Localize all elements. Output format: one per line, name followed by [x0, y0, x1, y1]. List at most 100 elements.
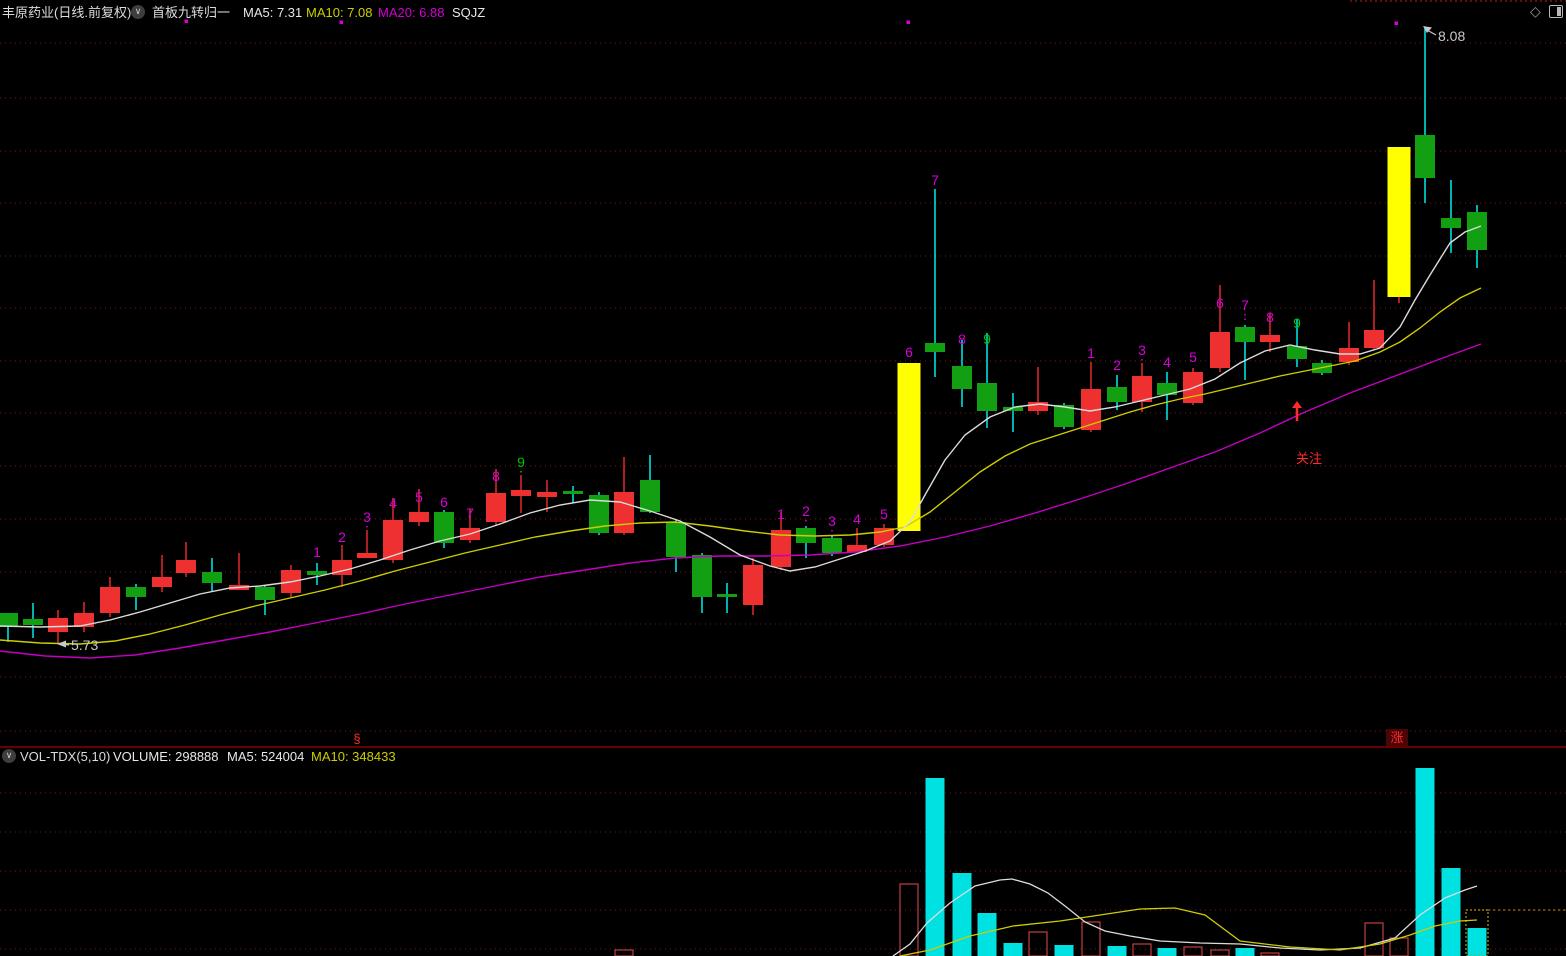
sequence-count-label: 7	[931, 172, 939, 188]
candle-body	[692, 555, 712, 597]
sequence-count-label: 1	[1087, 345, 1095, 361]
sequence-count-label: 4	[853, 511, 861, 527]
ma-line	[0, 344, 1481, 658]
sequence-count-label: 7	[1241, 297, 1249, 313]
candle-body	[925, 343, 945, 352]
candle-body	[202, 572, 222, 583]
sequence-count-label: 3	[828, 513, 836, 529]
sequence-count-label: 7	[466, 505, 474, 521]
candle-body	[1467, 212, 1487, 250]
volume-ma10-readout: MA10: 348433	[311, 749, 396, 764]
sequence-count-label: 2	[338, 529, 346, 545]
volume-bar	[1468, 928, 1487, 956]
candle-body	[0, 613, 18, 627]
period-low-label: 5.73	[71, 637, 98, 653]
candle-body	[952, 366, 972, 389]
candle-body	[486, 493, 506, 522]
signal-dot	[340, 21, 344, 25]
sequence-count-label: 6	[1216, 295, 1224, 311]
attention-label: 关注	[1296, 451, 1322, 466]
diamond-marker-icon[interactable]: ◇	[1530, 4, 1541, 18]
candle-body	[666, 522, 686, 557]
candle-body	[1028, 402, 1048, 411]
volume-bar	[978, 913, 997, 956]
candle-body	[152, 577, 172, 587]
sequence-count-label: 5	[1189, 349, 1197, 365]
ma5-readout: MA5: 7.31	[243, 5, 302, 20]
stock-title: 丰原药业(日线.前复权)	[2, 5, 131, 20]
volume-bar	[953, 873, 972, 956]
sequence-count-label: 5	[880, 506, 888, 522]
candle-body	[640, 480, 660, 512]
sequence-count-label: 1	[777, 506, 785, 522]
candlesticks	[0, 27, 1487, 643]
ma10-readout: MA10: 7.08	[306, 5, 373, 20]
sequence-count-label: 2	[802, 503, 810, 519]
sequence-count-label: 9	[517, 454, 525, 470]
sequence-count-label: 8	[958, 331, 966, 347]
sequence-count-label: 3	[1138, 342, 1146, 358]
volume-bar	[1158, 948, 1177, 956]
candle-body	[977, 383, 997, 411]
volume-bar	[1442, 868, 1461, 956]
candle-body	[743, 565, 763, 605]
sequence-count-label: 2	[1113, 357, 1121, 373]
ma-line	[0, 226, 1481, 627]
volume-ma5-readout: MA5: 524004	[227, 749, 304, 764]
sequence-count-label: 4	[389, 495, 397, 511]
candle-body	[255, 587, 275, 600]
candle-body	[409, 512, 429, 522]
chevron-down-circle-icon[interactable]: ∨	[131, 5, 145, 19]
candle-body	[1415, 135, 1435, 178]
candle-body	[537, 492, 557, 497]
candle-body	[1235, 327, 1255, 342]
volume-readout: VOLUME: 298888	[113, 749, 219, 764]
stock-chart-window: 1234567891234567891234567898.085.73关注涨§ …	[0, 0, 1566, 956]
candle-body	[357, 553, 377, 558]
high-arrow-line	[1427, 30, 1436, 35]
chevron-down-circle-icon[interactable]: ∨	[2, 749, 16, 763]
sequence-count-label: 3	[363, 509, 371, 525]
candle-body	[1364, 330, 1384, 348]
volume-bar	[926, 778, 945, 956]
nine-turn-count-labels: 123456789123456789123456789	[313, 172, 1301, 560]
sequence-count-label: 6	[440, 494, 448, 510]
volume-indicator-name[interactable]: VOL-TDX(5,10)	[20, 749, 110, 764]
signal-bar-yellow	[898, 363, 921, 531]
candle-body	[100, 587, 120, 613]
section-signal-mark: §	[353, 731, 360, 746]
attention-arrow-icon	[1292, 401, 1302, 408]
signal-bar-yellow	[1388, 147, 1411, 297]
candle-body	[23, 619, 43, 625]
split-panel-icon[interactable]	[1549, 5, 1563, 18]
signal-dot	[907, 21, 911, 25]
signal-dot	[185, 20, 189, 24]
candle-body	[614, 492, 634, 533]
candle-body	[1260, 335, 1280, 342]
volume-bar	[1108, 946, 1127, 956]
candle-body	[1441, 218, 1461, 228]
volume-bar	[1133, 944, 1151, 956]
volume-bar	[1236, 948, 1255, 956]
volume-bar	[1211, 950, 1229, 956]
volume-bar	[1184, 947, 1202, 956]
volume-pane-bars	[615, 768, 1566, 956]
candle-body	[176, 560, 196, 573]
indicator-tag: SQJZ	[452, 5, 485, 20]
sequence-count-label: 8	[1266, 309, 1274, 325]
price-ma-lines	[0, 226, 1481, 658]
candle-body	[126, 587, 146, 597]
candle-body	[717, 594, 737, 597]
sequence-count-label: 1	[313, 544, 321, 560]
sequence-count-label: 5	[415, 489, 423, 505]
sequence-count-label: 8	[492, 468, 500, 484]
candle-body	[48, 618, 68, 632]
indicator-name[interactable]: 首板九转归一	[152, 5, 230, 20]
candle-body	[822, 538, 842, 553]
chart-canvas[interactable]: 1234567891234567891234567898.085.73关注涨§	[0, 0, 1566, 956]
candle-body	[1210, 332, 1230, 368]
sequence-count-label: 9	[983, 331, 991, 347]
candle-body	[1107, 387, 1127, 402]
volume-bar	[1004, 943, 1023, 956]
volume-bar	[1055, 945, 1074, 956]
